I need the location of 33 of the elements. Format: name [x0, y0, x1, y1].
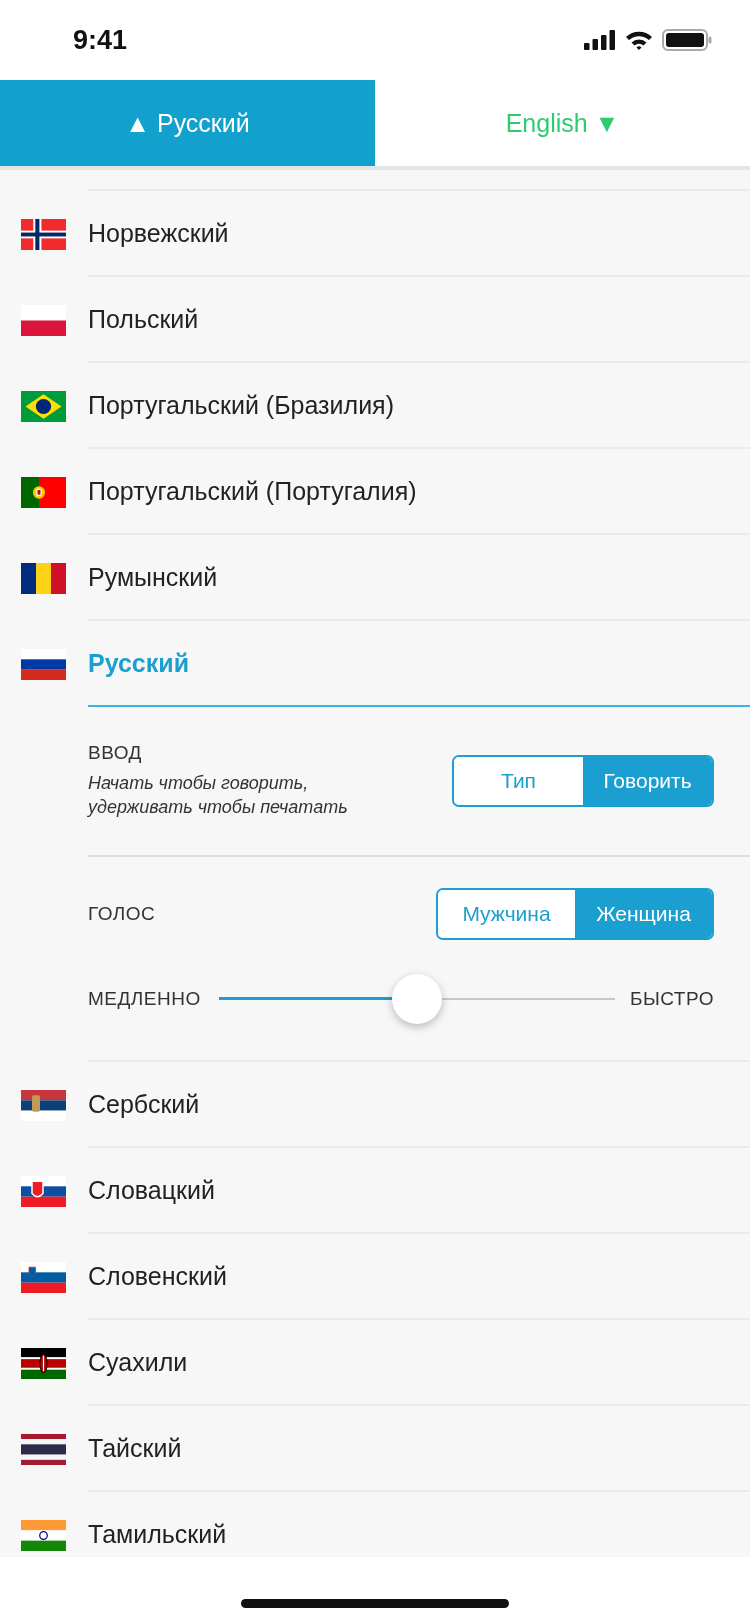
section-label: ВВОД — [88, 741, 143, 765]
slider-max-label: БЫСТРО — [629, 987, 714, 1011]
language-item[interactable]: Португальский (Бразилия) — [0, 363, 750, 449]
flag-icon — [21, 1261, 66, 1293]
flag-icon — [21, 1089, 66, 1121]
flag-icon — [21, 1433, 66, 1465]
language-item[interactable]: Польский — [0, 277, 750, 363]
flag-icon — [21, 1519, 66, 1551]
status-time: 9:41 — [73, 24, 128, 56]
flag-icon — [21, 476, 66, 508]
speed-slider[interactable] — [218, 974, 615, 1024]
flag-icon — [21, 562, 66, 594]
language-item[interactable]: Тайский — [0, 1406, 750, 1492]
language-item[interactable]: Норвежский — [0, 191, 750, 277]
language-item[interactable]: Словенский — [0, 1234, 750, 1320]
language-item[interactable]: Португальский (Португалия) — [0, 449, 750, 535]
slider-min-label: МЕДЛЕННО — [88, 987, 201, 1011]
flag-icon — [21, 1347, 66, 1379]
language-item[interactable]: Словацкий — [0, 1148, 750, 1234]
wifi-icon — [625, 30, 653, 50]
flag-icon — [21, 648, 66, 680]
signal-icon — [584, 30, 616, 50]
flag-icon — [21, 1175, 66, 1207]
slider-thumb[interactable] — [391, 974, 442, 1024]
language-item[interactable]: Суахили — [0, 1320, 750, 1406]
flag-icon — [21, 218, 66, 250]
section-label: ГОЛОС — [88, 902, 156, 926]
flag-icon — [21, 304, 66, 336]
battery-icon — [662, 29, 712, 51]
hint-text: Начать чтобы говорить, удерживать чтобы печатать — [88, 772, 348, 819]
language-item[interactable]: Сербский — [0, 1062, 750, 1148]
flag-icon — [21, 390, 66, 422]
language-item[interactable]: Румынский — [0, 535, 750, 621]
